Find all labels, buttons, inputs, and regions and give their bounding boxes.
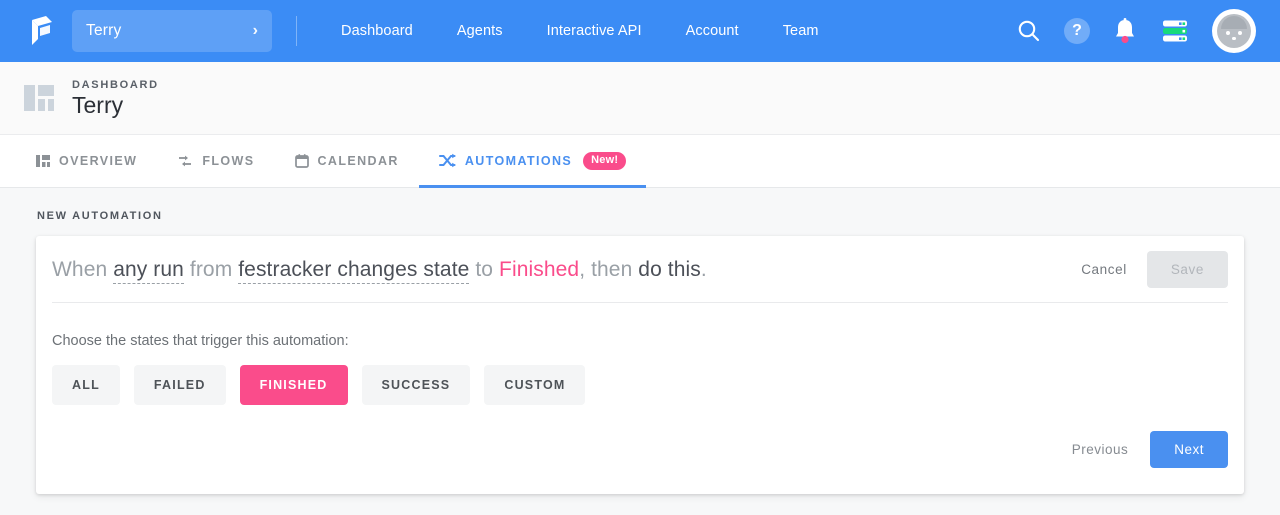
state-button-failed[interactable]: FAILED — [134, 365, 226, 405]
main-nav-links: Dashboard Agents Interactive API Account… — [319, 23, 841, 39]
nav-link-team[interactable]: Team — [761, 23, 841, 39]
card-action-buttons: Cancel Save — [1065, 251, 1228, 288]
tab-overview-label: OVERVIEW — [59, 154, 137, 168]
nav-link-interactive-api[interactable]: Interactive API — [525, 23, 664, 39]
breadcrumb: DASHBOARD — [72, 79, 159, 91]
org-switcher-button[interactable]: Terry › — [72, 10, 272, 52]
state-button-custom[interactable]: CUSTOM — [484, 365, 585, 405]
tab-flows[interactable]: FLOWS — [157, 136, 274, 188]
user-avatar[interactable] — [1212, 9, 1256, 53]
tab-calendar[interactable]: CALENDAR — [275, 136, 419, 188]
avatar-eye-left — [1226, 31, 1230, 35]
cancel-button[interactable]: Cancel — [1065, 252, 1143, 287]
avatar-mouth — [1232, 37, 1236, 40]
automation-sentence: When any run from festracker changes sta… — [52, 256, 1065, 283]
prefect-logo-icon[interactable] — [22, 13, 58, 49]
tab-automations[interactable]: AUTOMATIONS New! — [419, 136, 646, 188]
sentence-comma-then: , then — [579, 258, 632, 281]
overview-grid-icon — [36, 154, 50, 168]
tab-new-badge: New! — [583, 152, 626, 170]
server-status-icon[interactable] — [1160, 16, 1190, 46]
sentence-trigger-target[interactable]: any run — [113, 258, 184, 284]
notifications-bell-icon[interactable] — [1112, 17, 1138, 45]
chevron-right-icon: › — [253, 23, 258, 39]
org-switcher-label: Terry — [86, 22, 253, 40]
page-title: Terry — [72, 94, 159, 117]
section-label-new-automation: NEW AUTOMATION — [36, 210, 1244, 222]
sentence-when: When — [52, 258, 107, 281]
tab-automations-label: AUTOMATIONS — [465, 154, 572, 168]
previous-button[interactable]: Previous — [1058, 431, 1143, 468]
card-body: Choose the states that trigger this auto… — [52, 303, 1228, 405]
state-trigger-buttons: ALL FAILED FINISHED SUCCESS CUSTOM — [52, 365, 1228, 405]
state-button-success[interactable]: SUCCESS — [362, 365, 471, 405]
nav-link-account[interactable]: Account — [664, 23, 761, 39]
flows-icon — [177, 154, 193, 168]
automations-shuffle-icon — [439, 153, 456, 168]
automation-sentence-row: When any run from festracker changes sta… — [52, 236, 1228, 302]
avatar-eye-right — [1238, 31, 1242, 35]
new-automation-card: When any run from festracker changes sta… — [36, 236, 1244, 494]
tab-overview[interactable]: OVERVIEW — [24, 136, 157, 188]
next-button[interactable]: Next — [1150, 431, 1228, 468]
search-icon[interactable] — [1016, 18, 1042, 44]
calendar-icon — [295, 154, 309, 168]
sentence-action[interactable]: do this — [638, 258, 701, 281]
sentence-source[interactable]: festracker changes state — [238, 258, 469, 284]
tab-calendar-label: CALENDAR — [318, 154, 399, 168]
avatar-hair — [1221, 16, 1247, 29]
avatar-face — [1217, 14, 1251, 48]
dashboard-grid-icon — [24, 85, 54, 111]
nav-divider — [296, 16, 297, 46]
state-button-all[interactable]: ALL — [52, 365, 120, 405]
state-button-finished[interactable]: FINISHED — [240, 365, 348, 405]
nav-link-agents[interactable]: Agents — [435, 23, 525, 39]
sentence-from: from — [190, 258, 232, 281]
nav-link-dashboard[interactable]: Dashboard — [319, 23, 435, 39]
card-footer: Previous Next — [52, 405, 1228, 494]
sentence-period: . — [701, 258, 707, 281]
nav-right-icons: ? — [1016, 9, 1256, 53]
state-selection-prompt: Choose the states that trigger this auto… — [52, 333, 1228, 349]
sentence-to: to — [475, 258, 493, 281]
main-content: NEW AUTOMATION When any run from festrac… — [0, 188, 1280, 515]
page-header: DASHBOARD Terry — [0, 62, 1280, 135]
tab-flows-label: FLOWS — [202, 154, 254, 168]
save-button[interactable]: Save — [1147, 251, 1228, 288]
top-navigation-bar: Terry › Dashboard Agents Interactive API… — [0, 0, 1280, 62]
tab-bar: OVERVIEW FLOWS CALENDAR — [0, 135, 1280, 188]
sentence-state[interactable]: Finished — [499, 258, 579, 281]
help-icon[interactable]: ? — [1064, 18, 1090, 44]
help-icon-glyph: ? — [1064, 18, 1090, 44]
